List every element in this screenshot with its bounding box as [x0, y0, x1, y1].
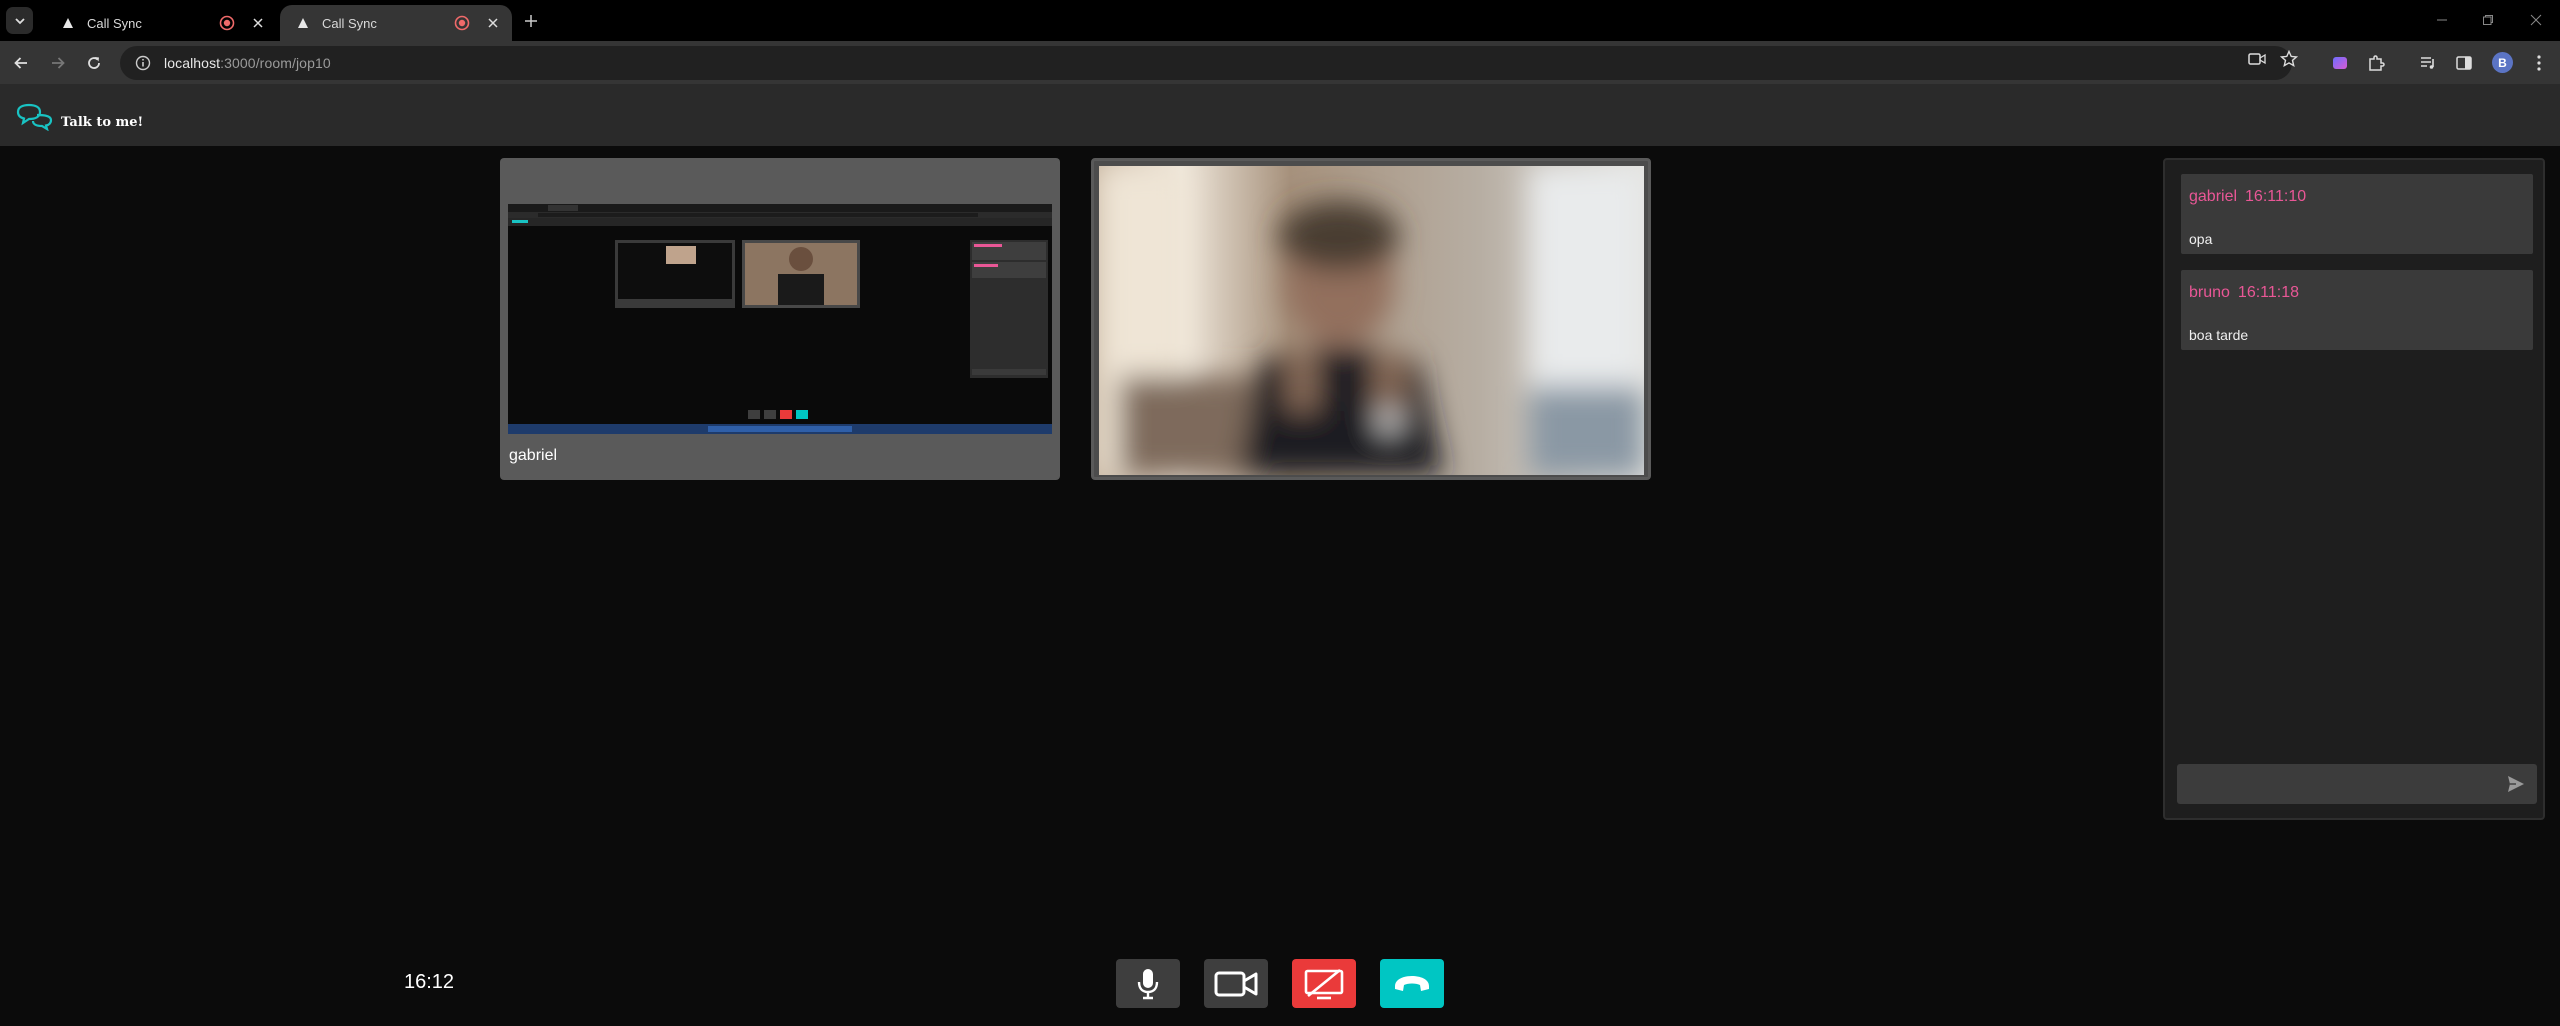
tab-title: Call Sync: [87, 15, 142, 31]
recording-icon: [454, 15, 470, 31]
chat-message-header: bruno 16:11:18: [2189, 284, 2525, 302]
recording-icon: [219, 15, 235, 31]
shared-screen-video: [508, 204, 1052, 434]
arrow-right-icon: [52, 57, 65, 69]
browser-tab-active[interactable]: Call Sync: [280, 5, 512, 41]
close-icon: [2530, 14, 2542, 26]
chat-bubbles-logo-icon: [16, 103, 53, 131]
chat-username: bruno: [2189, 284, 2230, 301]
minimize-window-button[interactable]: [2420, 8, 2464, 32]
back-button[interactable]: [9, 51, 33, 75]
chat-timestamp: 16:11:10: [2245, 188, 2307, 205]
chat-username: gabriel: [2189, 188, 2238, 205]
address-bar[interactable]: localhost:3000/room/jop10: [120, 46, 2292, 80]
triangle-favicon-icon: [296, 16, 310, 30]
browser-toolbar: localhost:3000/room/jop10 B: [0, 41, 2560, 84]
app-logo[interactable]: Talk to me!: [15, 103, 143, 131]
chat-message-header: gabriel 16:11:10: [2189, 188, 2525, 206]
participant-name: gabriel: [509, 447, 558, 464]
camera-video-feed: [1099, 166, 1644, 475]
restore-icon: [2483, 15, 2493, 25]
send-icon: [2508, 776, 2524, 792]
reload-button[interactable]: [82, 51, 106, 75]
chevron-down-icon: [14, 17, 25, 24]
hang-up-button[interactable]: [1380, 959, 1444, 1008]
tab-title: Call Sync: [322, 15, 377, 31]
url-host: localhost: [164, 55, 221, 71]
app-header: Talk to me!: [0, 84, 2560, 146]
stop-screen-share-button[interactable]: [1292, 959, 1356, 1008]
forward-button[interactable]: [46, 51, 70, 75]
kebab-menu-icon: [2537, 55, 2541, 71]
chat-message-text: boa tarde: [2189, 327, 2249, 343]
microphone-toggle-button[interactable]: [1116, 959, 1180, 1008]
minimize-icon: [2437, 19, 2447, 21]
plus-icon: [525, 15, 537, 27]
chrome-menu-button[interactable]: [2527, 51, 2551, 75]
close-tab-icon[interactable]: [484, 14, 502, 32]
chat-message-text: opa: [2189, 231, 2213, 247]
chat-timestamp: 16:11:18: [2237, 284, 2300, 301]
chat-panel: gabriel 16:11:10 opa bruno 16:11:18 boa ta…: [2163, 158, 2545, 820]
url-text: localhost:3000/room/jop10: [164, 55, 331, 71]
logo-text: Talk to me!: [61, 115, 144, 130]
chat-message: gabriel 16:11:10 opa: [2181, 174, 2533, 254]
browser-tab[interactable]: Call Sync: [45, 5, 277, 41]
media-controls-icon[interactable]: [2416, 51, 2440, 75]
microphone-icon: [1137, 968, 1159, 999]
reload-icon: [88, 57, 100, 69]
camera-toggle-button[interactable]: [1204, 959, 1268, 1008]
close-tab-icon[interactable]: [249, 14, 267, 32]
extensions-puzzle-icon[interactable]: [2364, 51, 2388, 75]
close-window-button[interactable]: [2514, 8, 2558, 32]
new-tab-button[interactable]: [520, 10, 542, 32]
site-info-icon[interactable]: [134, 54, 152, 72]
extension-gem-icon[interactable]: [2328, 51, 2352, 75]
arrow-left-icon: [14, 57, 27, 69]
send-message-button[interactable]: [2505, 773, 2527, 795]
phone-hangup-icon: [1395, 975, 1429, 991]
chat-message-input[interactable]: [2177, 764, 2537, 804]
side-panel-icon[interactable]: [2452, 51, 2476, 75]
camera-in-use-icon[interactable]: [2248, 50, 2266, 68]
profile-avatar[interactable]: B: [2492, 52, 2513, 73]
screen-share-off-icon: [1304, 968, 1344, 999]
participant-tile-camera[interactable]: [1091, 158, 1651, 480]
chat-message: bruno 16:11:18 boa tarde: [2181, 270, 2533, 350]
participant-tile-screen-share[interactable]: gabriel: [500, 158, 1060, 480]
bookmark-star-icon[interactable]: [2280, 50, 2298, 68]
url-path: :3000/room/jop10: [220, 55, 331, 71]
browser-tab-strip: Call Sync Call Sync: [0, 0, 2560, 41]
video-camera-icon: [1214, 971, 1258, 996]
restore-window-button[interactable]: [2466, 8, 2510, 32]
call-clock: 16:12: [404, 971, 455, 993]
triangle-favicon-icon: [61, 16, 75, 30]
tab-search-button[interactable]: [6, 7, 33, 34]
